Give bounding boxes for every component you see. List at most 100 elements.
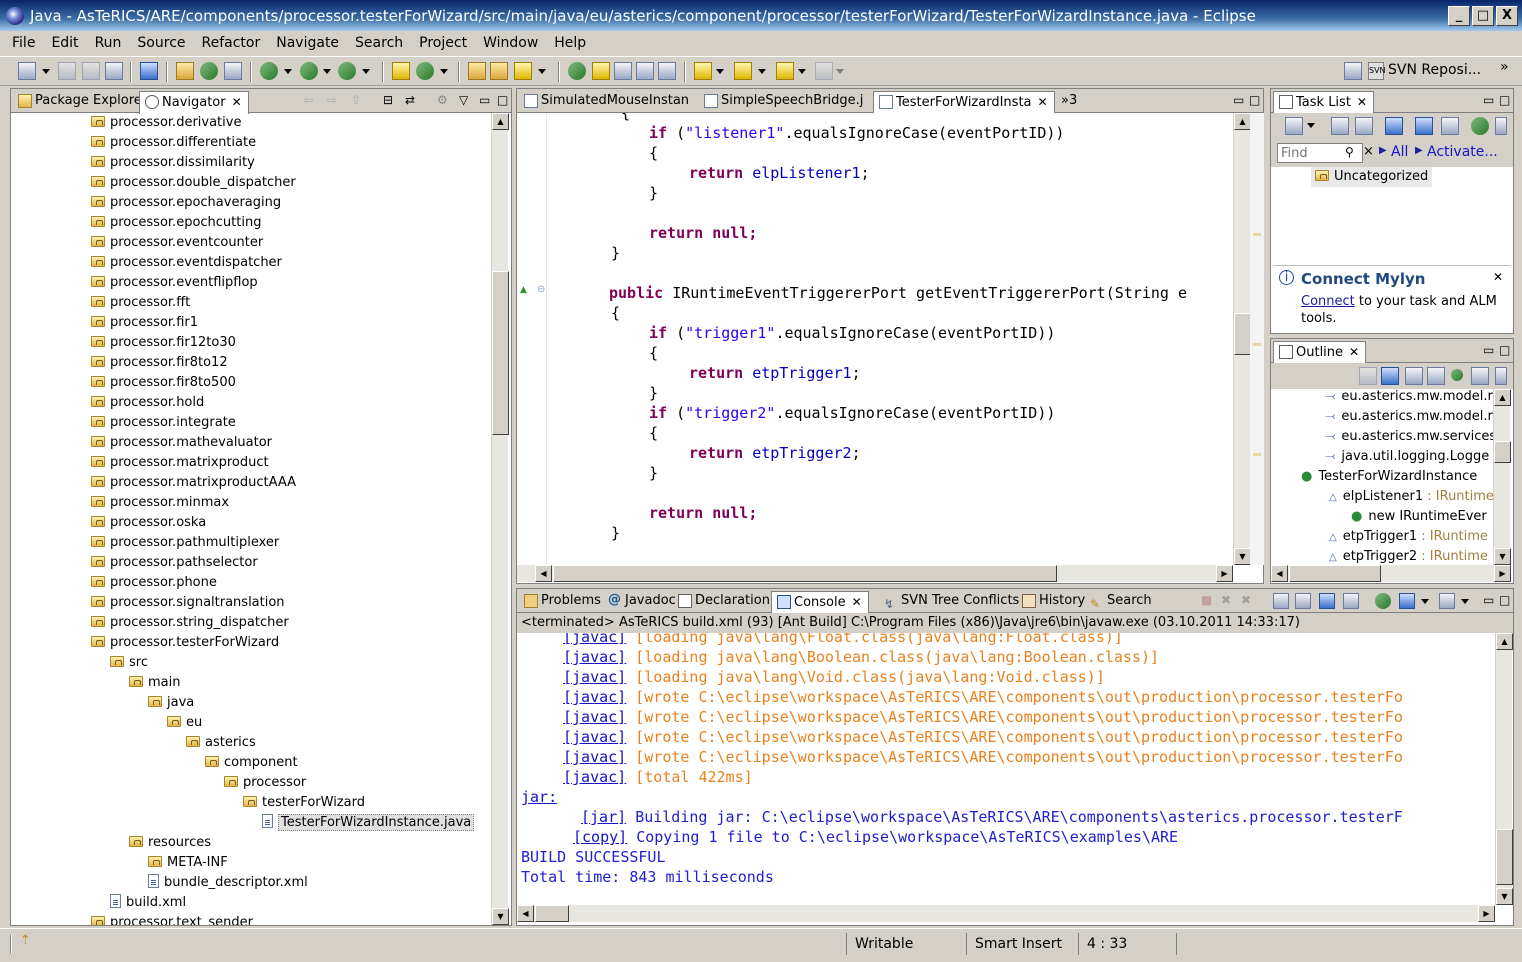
tree-folder-item[interactable]: processor.double_dispatcher	[91, 173, 296, 193]
new-java-project-icon[interactable]	[176, 62, 194, 80]
display-console-icon[interactable]	[1399, 593, 1415, 609]
code-area[interactable]: { if ("listener1".equalsIgnoreCase(event…	[547, 113, 1241, 565]
fold-marker-icon[interactable]: ⊖	[537, 284, 545, 295]
new-task-icon[interactable]	[1285, 117, 1303, 135]
back-nav-icon[interactable]: ⇦	[303, 93, 313, 107]
tab-search[interactable]: ✎ Search	[1085, 591, 1158, 613]
navigator-vscrollbar[interactable]: ▲ ▼	[491, 113, 509, 925]
sort-icon[interactable]	[1381, 367, 1399, 385]
tree-folder-item[interactable]: resources	[129, 833, 211, 853]
minimize-view-icon[interactable]: ▭	[1483, 593, 1494, 607]
tree-file-item[interactable]: TesterForWizardInstance.java	[262, 813, 475, 833]
tab-history[interactable]: History	[1017, 591, 1091, 613]
save-icon[interactable]	[58, 62, 76, 80]
menu-window[interactable]: Window	[475, 35, 546, 51]
debug-icon[interactable]	[260, 62, 278, 80]
hide-static-icon[interactable]	[1427, 367, 1445, 385]
menu-navigate[interactable]: Navigate	[268, 35, 347, 51]
next-annotation-icon[interactable]	[694, 62, 712, 80]
tree-folder-item[interactable]: asterics	[186, 733, 256, 753]
external-tools-icon[interactable]	[338, 62, 356, 80]
connect-link[interactable]: Connect	[1301, 294, 1355, 309]
menu-edit[interactable]: Edit	[43, 35, 86, 51]
view-menu-icon[interactable]: ▽	[459, 93, 468, 107]
outline-item[interactable]: ⤙ eu.asterics.mw.services	[1325, 427, 1493, 447]
open-folder-icon[interactable]	[490, 62, 508, 80]
minimize-view-icon[interactable]: ▭	[1483, 93, 1494, 107]
close-tab-icon[interactable]: ✕	[232, 95, 242, 109]
outline-item[interactable]: △ elpListener1 : IRuntime	[1329, 487, 1493, 507]
prev-annotation-icon[interactable]	[734, 62, 752, 80]
tree-folder-item[interactable]: processor.string_dispatcher	[91, 613, 289, 633]
new-server-icon[interactable]	[392, 62, 410, 80]
menu-run[interactable]: Run	[87, 35, 130, 51]
tree-folder-item[interactable]: processor.hold	[91, 393, 204, 413]
tree-folder-item[interactable]: processor.epochaveraging	[91, 193, 281, 213]
tab-problems[interactable]: Problems	[519, 591, 607, 613]
tab-navigator[interactable]: Navigator ✕	[139, 91, 249, 114]
tree-folder-item[interactable]: eu	[167, 713, 202, 733]
block-selection-icon[interactable]	[614, 62, 632, 80]
tree-folder-item[interactable]: processor.phone	[91, 573, 217, 593]
tree-folder-item[interactable]: processor.dissimilarity	[91, 153, 255, 173]
focus-on-task-icon[interactable]	[1359, 367, 1377, 385]
tree-folder-item[interactable]: processor.matrixproductAAA	[91, 473, 296, 493]
menu-project[interactable]: Project	[411, 35, 475, 51]
tab-console[interactable]: Console ✕	[771, 591, 869, 614]
maximize-editor-icon[interactable]: □	[1249, 93, 1260, 107]
outline-vscrollbar[interactable]: ▲ ▼	[1493, 389, 1511, 565]
scroll-lock-icon[interactable]	[1295, 593, 1311, 609]
tree-folder-item[interactable]: main	[129, 673, 180, 693]
synchronize-icon[interactable]	[1471, 117, 1489, 135]
tab-testerforwizard[interactable]: TesterForWizardInsta ✕	[873, 91, 1055, 114]
fast-view-icon[interactable]: ⇡	[20, 933, 31, 948]
minimize-editor-icon[interactable]: ▭	[1233, 93, 1244, 107]
outline-item[interactable]: ● TesterForWizardInstance	[1301, 467, 1477, 487]
open-console-icon[interactable]	[1439, 593, 1455, 609]
collapse-all-icon[interactable]: ⊟	[383, 93, 393, 107]
run-icon[interactable]	[300, 62, 318, 80]
outline-item[interactable]: ● new IRuntimeEver	[1351, 507, 1487, 527]
new-class-icon[interactable]	[224, 62, 242, 80]
svn-perspective-button[interactable]: SVN Reposi...	[1388, 62, 1481, 78]
menu-source[interactable]: Source	[129, 35, 193, 51]
maximize-button[interactable]: □	[1472, 6, 1494, 26]
tab-simulatedmouse[interactable]: SimulatedMouseInstan	[519, 91, 695, 113]
perspective-overflow-button[interactable]: »	[1500, 59, 1509, 75]
outline-hscrollbar[interactable]: ◀ ▶	[1271, 565, 1511, 582]
forward-icon[interactable]	[815, 62, 833, 80]
open-type-icon[interactable]	[468, 62, 486, 80]
tree-folder-item[interactable]: processor.fir12to30	[91, 333, 236, 353]
tree-folder-item[interactable]: processor.matrixproduct	[91, 453, 269, 473]
new-icon[interactable]	[18, 62, 36, 80]
close-button[interactable]: X	[1496, 6, 1518, 26]
menu-refactor[interactable]: Refactor	[194, 35, 269, 51]
minimize-view-icon[interactable]: ▭	[479, 93, 490, 107]
close-tab-icon[interactable]: ✕	[1357, 95, 1367, 109]
tree-folder-item[interactable]: processor.oska	[91, 513, 206, 533]
tree-folder-item[interactable]: java	[148, 693, 194, 713]
tree-folder-item[interactable]: processor.signaltranslation	[91, 593, 285, 613]
categorized-icon[interactable]	[1331, 117, 1349, 135]
pin-console-icon[interactable]	[1375, 593, 1391, 609]
save-all-icon[interactable]	[82, 62, 100, 80]
editor-vscrollbar[interactable]: ▲ ▼	[1233, 113, 1251, 565]
link-with-editor-icon[interactable]: ⇄	[405, 93, 415, 107]
more-editors-button[interactable]: »3	[1061, 93, 1077, 108]
clear-console-icon[interactable]	[1273, 593, 1289, 609]
tree-folder-item[interactable]: processor.pathselector	[91, 553, 258, 573]
view-menu-gear-icon[interactable]: ⚙	[437, 93, 448, 107]
maximize-view-icon[interactable]: □	[1499, 343, 1510, 357]
tree-folder-item[interactable]: processor.minmax	[91, 493, 229, 513]
close-mylyn-icon[interactable]: ✕	[1493, 270, 1503, 284]
outline-item[interactable]: ⤙ java.util.logging.Logge	[1325, 447, 1489, 467]
outline-item[interactable]: ⤙ eu.asterics.mw.model.r	[1325, 407, 1493, 427]
maximize-view-icon[interactable]: □	[1499, 93, 1510, 107]
tree-folder-item[interactable]: processor.epochcutting	[91, 213, 261, 233]
collapse-all-icon[interactable]	[1441, 117, 1459, 135]
all-link[interactable]: All	[1391, 144, 1408, 160]
tree-folder-item[interactable]: processor.fir8to12	[91, 353, 228, 373]
tree-folder-item[interactable]: processor.derivative	[91, 113, 241, 133]
close-tab-icon[interactable]: ✕	[1038, 95, 1048, 109]
tab-task-list[interactable]: Task List ✕	[1273, 91, 1374, 114]
